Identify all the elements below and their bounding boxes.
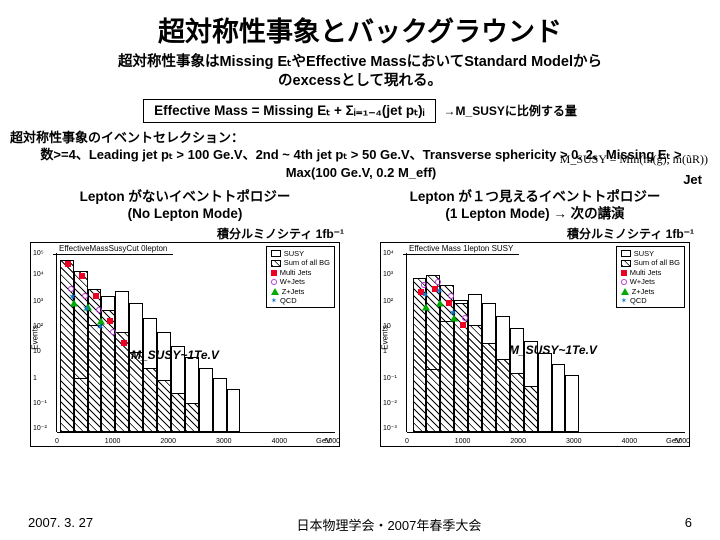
effective-mass-formula: Effective Mass = Missing Eₜ + Σᵢ₌₁₋₄(jet… — [143, 99, 435, 123]
right-luminosity: 積分ルミノシティ 1fb⁻¹ — [370, 225, 700, 242]
jet-label: Jet — [683, 172, 702, 187]
plot-left-column: Lepton がないイベントトポロジー (No Lepton Mode) 積分ル… — [20, 189, 350, 447]
selection-heading: 超対称性事象のイベントセレクション： — [10, 129, 712, 147]
footer-venue: 日本物理学会・2007年春季大会 — [296, 515, 481, 534]
left-head-line2: (No Lepton Mode) — [128, 206, 243, 221]
left-y-axis: Events 10⁻² 10⁻¹ 1 10 10² 10³ 10⁴ 10⁵ — [31, 253, 57, 432]
formula-note: →M_SUSYに比例する量 — [444, 102, 577, 119]
slide-footer: 2007. 3. 27 日本物理学会・2007年春季大会 6 — [0, 515, 720, 534]
slide-subtitle: 超対称性事象はMissing EₜやEffective MassにおいてStan… — [0, 53, 720, 97]
footer-page: 6 — [685, 515, 692, 534]
slide-title: 超対称性事象とバックグラウンド — [0, 0, 720, 53]
right-x-unit: GeV — [666, 436, 681, 445]
msusy-definition: M_SUSY = Min(m(g̃), m(ũR)) — [560, 152, 708, 167]
left-x-unit: GeV — [316, 436, 331, 445]
right-head-line1: Lepton が１つ見えるイベントトポロジー — [410, 189, 661, 204]
left-x-axis: 0 1000 2000 3000 4000 5000 GeV — [57, 432, 335, 446]
right-plot-heading: Lepton が１つ見えるイベントトポロジー (1 Lepton Mode) →… — [370, 189, 700, 223]
left-msusy-annotation: M_SUSY~1Te.V — [131, 348, 219, 362]
left-legend: SUSY Sum of all BG Multi Jets W+Jets Z+J… — [266, 246, 335, 308]
right-chart: Effective Mass 1lepton SUSY Events 10⁻³ … — [380, 242, 690, 447]
left-chart: EffectiveMassSusyCut 0lepton Events 10⁻²… — [30, 242, 340, 447]
footer-date: 2007. 3. 27 — [28, 515, 93, 534]
right-y-axis: Events 10⁻³ 10⁻² 10⁻¹ 1 10 10² 10³ 10⁴ — [381, 253, 407, 432]
plot-right-column: Lepton が１つ見えるイベントトポロジー (1 Lepton Mode) →… — [370, 189, 700, 447]
right-x-axis: 0 1000 2000 3000 4000 5000 GeV — [407, 432, 685, 446]
subtitle-line1: 超対称性事象はMissing EₜやEffective MassにおいてStan… — [118, 54, 602, 70]
right-head-line2: (1 Lepton Mode) → 次の講演 — [445, 206, 624, 221]
subtitle-line2: のexcessとして現れる。 — [278, 73, 442, 89]
left-plot-heading: Lepton がないイベントトポロジー (No Lepton Mode) — [20, 189, 350, 223]
right-msusy-annotation: M_SUSY~1Te.V — [509, 343, 597, 357]
right-legend: SUSY Sum of all BG Multi Jets W+Jets Z+J… — [616, 246, 685, 308]
left-head-line1: Lepton がないイベントトポロジー — [80, 189, 291, 204]
left-luminosity: 積分ルミノシティ 1fb⁻¹ — [20, 225, 350, 242]
plots-row: Lepton がないイベントトポロジー (No Lepton Mode) 積分ル… — [0, 181, 720, 447]
formula-row: Effective Mass = Missing Eₜ + Σᵢ₌₁₋₄(jet… — [0, 99, 720, 123]
